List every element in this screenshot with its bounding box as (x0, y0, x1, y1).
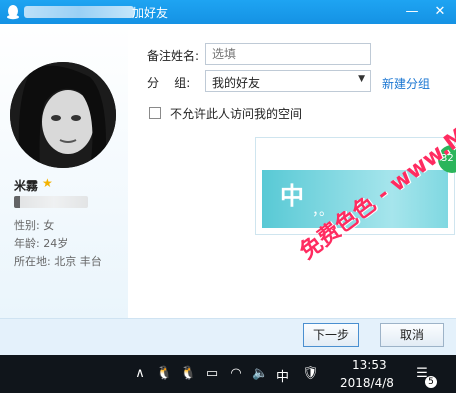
privacy-checkbox[interactable] (149, 107, 161, 119)
close-icon: ✕ (434, 4, 446, 19)
blurred-name (24, 6, 134, 18)
volume-icon[interactable]: 🔈 (252, 366, 268, 382)
ime-indicator[interactable]: 中 (276, 366, 289, 385)
profile-panel: 米霧 ★ 性别: 女 年龄: 24岁 所在地: 北京 丰台 (0, 24, 128, 318)
blurred-qq-number (14, 196, 88, 208)
ad-char: 中 (280, 182, 304, 210)
remark-input[interactable] (205, 43, 371, 65)
gender-info: 性别: 女 (14, 219, 55, 232)
avatar-photo (10, 62, 116, 168)
minimize-button[interactable]: — (402, 2, 422, 22)
ad-sub: ，。 (312, 203, 333, 219)
battery-icon[interactable]: ▭ (204, 366, 220, 382)
qq-logo-icon (7, 5, 19, 20)
qq-tray-icon[interactable]: 🐧 (156, 366, 172, 382)
dropdown-arrow-icon: ▼ (358, 74, 365, 84)
taskbar: ∧ 🐧 🐧 ▭ ◠ 🔈 中 🛡 13:53 2018/4/8 ☰ 5 (0, 355, 456, 393)
group-label: 分 组: (147, 76, 191, 90)
ad-banner[interactable]: 中 ，。 (255, 137, 455, 235)
clock-date[interactable]: 2018/4/8 (340, 376, 394, 390)
avatar[interactable] (10, 62, 116, 168)
location-info: 所在地: 北京 丰台 (14, 255, 102, 268)
nickname: 米霧 (14, 179, 39, 193)
age-info: 年龄: 24岁 (14, 237, 69, 250)
group-select-value: 我的好友 (212, 76, 261, 90)
privacy-checkbox-label: 不允许此人访问我的空间 (170, 107, 303, 121)
wifi-icon[interactable]: ◠ (228, 366, 244, 382)
close-button[interactable]: ✕ (430, 2, 450, 22)
notification-count: 5 (425, 376, 437, 388)
cancel-button[interactable]: 取消 (380, 323, 444, 347)
group-select[interactable]: 我的好友 ▼ (205, 70, 371, 92)
show-hidden-icons-icon[interactable]: ∧ (132, 366, 148, 382)
clock-time[interactable]: 13:53 (352, 358, 387, 372)
new-group-link[interactable]: 新建分组 (382, 75, 430, 92)
star-icon: ★ (42, 176, 53, 190)
minimize-icon: — (405, 4, 419, 19)
ad-image: 中 ，。 (262, 170, 448, 228)
remark-label: 备注姓名: (147, 49, 200, 63)
qq-tray-icon-2[interactable]: 🐧 (180, 366, 196, 382)
window-title: 加好友 (132, 6, 169, 20)
next-button[interactable]: 下一步 (303, 323, 359, 347)
security-shield-icon[interactable]: 🛡 (302, 366, 319, 382)
title-bar: 加好友 — ✕ (0, 0, 456, 24)
